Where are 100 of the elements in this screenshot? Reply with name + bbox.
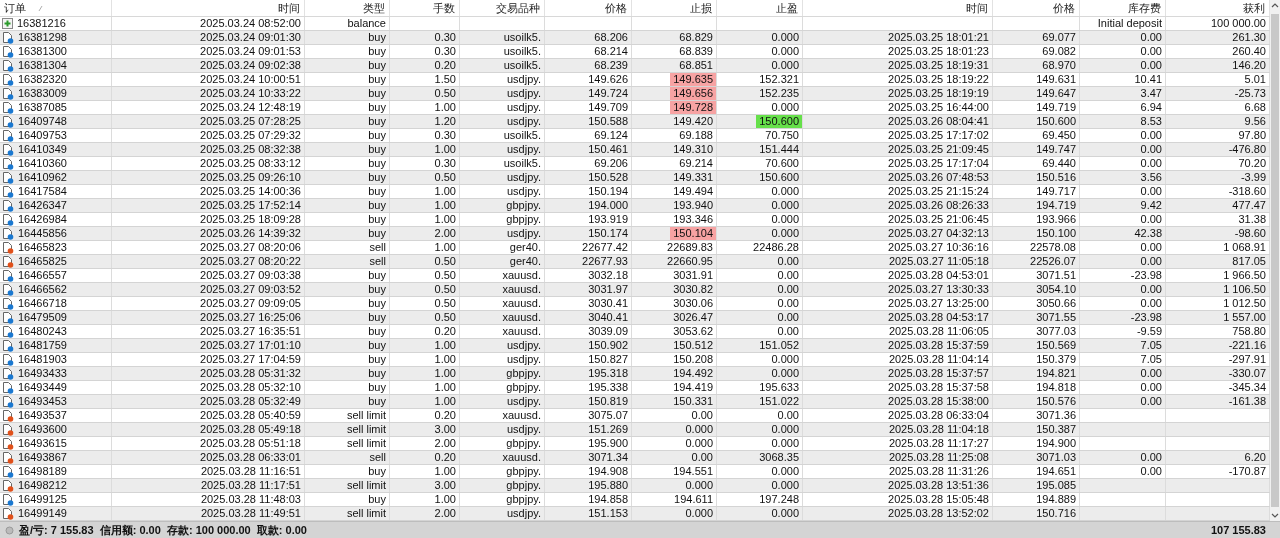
comment-text: Initial deposit [1097, 17, 1162, 30]
order-number: 16383009 [18, 87, 67, 100]
table-cell: 42.38 [1134, 227, 1162, 240]
table-cell: 69.077 [1042, 31, 1076, 44]
table-cell: 2025.03.25 14:00:36 [200, 185, 301, 198]
table-cell: 68.239 [594, 59, 628, 72]
table-cell-text: 151.444 [758, 143, 800, 156]
order-number: 16493449 [18, 381, 67, 394]
table-cell: sell limit [346, 507, 386, 520]
table-cell: -98.60 [1234, 227, 1266, 240]
table-cell: 0.00 [1140, 283, 1162, 296]
column-header[interactable]: 订单 [4, 0, 26, 16]
table-cell: 22578.08 [1030, 241, 1076, 254]
table-cell: 0.20 [434, 325, 456, 338]
table-cell: 2025.03.28 05:31:32 [200, 367, 301, 380]
table-cell: 97.80 [1238, 129, 1266, 142]
table-cell: 2025.03.28 05:40:59 [200, 409, 301, 422]
table-cell: -345.34 [1228, 381, 1266, 394]
order-number: 16445856 [18, 227, 67, 240]
table-cell: 0.00 [1140, 45, 1162, 58]
table-cell-text: 0.00 [776, 255, 800, 268]
table-cell: buy [368, 381, 386, 394]
table-cell: 0.20 [434, 409, 456, 422]
table-cell: 2025.03.24 08:52:00 [200, 17, 301, 30]
table-cell: usdjpy. [506, 171, 541, 184]
order-number: 16381298 [18, 31, 67, 44]
table-cell: 2025.03.27 08:20:06 [200, 241, 301, 254]
table-cell: 149.728 [670, 101, 716, 114]
order-number: 16493453 [18, 395, 67, 408]
table-cell: buy [368, 59, 386, 72]
table-cell: usdjpy. [506, 73, 541, 86]
table-cell: 2025.03.27 08:20:22 [200, 255, 301, 268]
table-cell: 2025.03.28 15:37:59 [888, 339, 989, 352]
document-icon [2, 129, 14, 142]
table-cell: 1.00 [434, 367, 456, 380]
table-cell-text: 0.000 [770, 59, 800, 72]
order-number: 16481903 [18, 353, 67, 366]
table-cell: 2025.03.25 17:52:14 [200, 199, 301, 212]
table-cell: buy [368, 31, 386, 44]
table-cell: 0.00 [1140, 31, 1162, 44]
table-cell: 150.100 [1036, 227, 1076, 240]
table-cell: 1 106.50 [1223, 283, 1266, 296]
table-cell: 149.656 [670, 87, 716, 100]
table-cell: 0.50 [434, 171, 456, 184]
scrollbar[interactable] [1270, 0, 1280, 521]
table-cell: buy [368, 157, 386, 170]
table-cell-text: 0.000 [770, 437, 800, 450]
table-cell: 2025.03.27 17:04:59 [200, 353, 301, 366]
table-cell: 149.631 [1036, 73, 1076, 86]
table-cell: 150.174 [588, 227, 628, 240]
order-number: 16387085 [18, 101, 67, 114]
table-cell: 0.50 [434, 297, 456, 310]
table-cell: 3.00 [434, 423, 456, 436]
table-cell: 0.00 [1140, 185, 1162, 198]
table-cell-text: 193.346 [672, 213, 714, 226]
table-cell: 2025.03.24 10:00:51 [200, 73, 301, 86]
table-cell: 1.20 [434, 115, 456, 128]
table-cell-text: 150.331 [672, 395, 714, 408]
table-cell: 2025.03.27 09:03:38 [200, 269, 301, 282]
table-cell: 8.53 [1140, 115, 1162, 128]
table-cell: gbpjpy. [506, 493, 541, 506]
table-cell: 2025.03.25 07:29:32 [200, 129, 301, 142]
total-text: 107 155.83 [1210, 524, 1266, 536]
order-number: 16493615 [18, 437, 67, 450]
table-cell-text: 151.052 [758, 339, 800, 352]
table-cell: -170.87 [1228, 465, 1266, 478]
table-cell: 1.00 [434, 465, 456, 478]
table-cell: 22526.07 [1030, 255, 1076, 268]
table-cell: 1.00 [434, 143, 456, 156]
table-cell: 2025.03.26 08:04:41 [888, 115, 989, 128]
table-cell-text: 0.000 [770, 185, 800, 198]
table-cell-text: 0.000 [770, 507, 800, 520]
table-cell: sell [369, 241, 386, 254]
table-cell-text: 0.00 [776, 409, 800, 422]
scrollbar-thumb[interactable] [1271, 14, 1279, 507]
table-cell: 3054.10 [1036, 283, 1076, 296]
table-cell: 2025.03.26 08:26:33 [888, 199, 989, 212]
table-cell: 1.00 [434, 353, 456, 366]
order-number: 16466562 [18, 283, 67, 296]
table-cell: 2025.03.28 04:53:01 [888, 269, 989, 282]
table-cell: 100 000.00 [1210, 17, 1266, 30]
table-cell: 193.966 [1036, 213, 1076, 226]
table-cell: 2025.03.27 13:30:33 [888, 283, 989, 296]
document-icon [2, 157, 14, 170]
table-cell: buy [368, 367, 386, 380]
table-cell: 1.00 [434, 241, 456, 254]
table-cell: 2025.03.28 15:38:00 [888, 395, 989, 408]
table-cell: 2025.03.28 13:52:02 [888, 507, 989, 520]
document-icon [2, 437, 14, 450]
table-cell: 151.269 [588, 423, 628, 436]
table-cell: 2.00 [434, 437, 456, 450]
document-icon [2, 283, 14, 296]
table-cell-text: 0.00 [776, 311, 800, 324]
table-cell: usdjpy. [506, 87, 541, 100]
table-cell: buy [368, 185, 386, 198]
table-cell: buy [368, 115, 386, 128]
order-number: 16498212 [18, 479, 67, 492]
table-cell: buy [368, 311, 386, 324]
document-icon [2, 507, 14, 520]
table-cell: 2025.03.27 09:09:05 [200, 297, 301, 310]
